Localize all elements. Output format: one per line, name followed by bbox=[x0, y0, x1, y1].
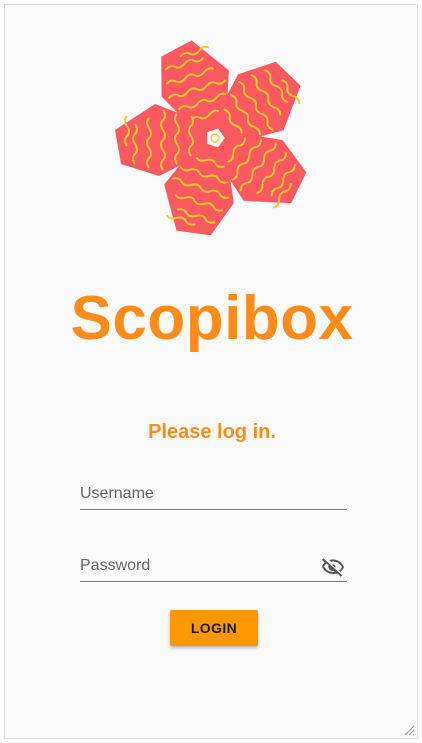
username-input[interactable] bbox=[80, 480, 347, 508]
username-field[interactable] bbox=[80, 480, 347, 510]
password-field[interactable] bbox=[80, 552, 347, 582]
login-window: Scopibox Please log in. LOGIN bbox=[4, 4, 418, 739]
login-heading: Please log in. bbox=[148, 421, 276, 443]
eye-off-icon[interactable] bbox=[321, 555, 345, 579]
password-input[interactable] bbox=[80, 552, 310, 580]
resize-grip-icon[interactable] bbox=[403, 724, 415, 736]
star-flower-logo-icon bbox=[114, 33, 320, 243]
brand-title: Scopibox bbox=[70, 284, 354, 353]
login-button[interactable]: LOGIN bbox=[170, 610, 258, 646]
